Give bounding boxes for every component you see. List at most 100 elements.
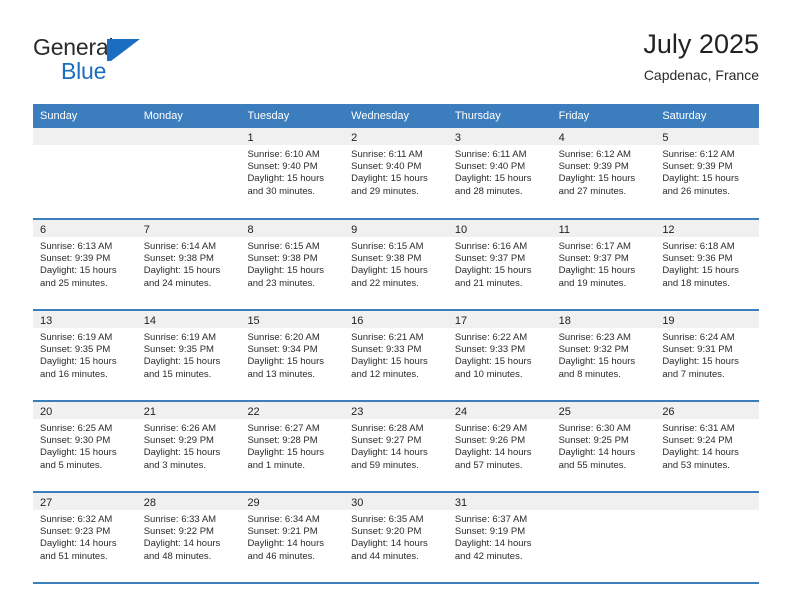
day-cell[interactable]: 21 Sunrise: 6:26 AM Sunset: 9:29 PM Dayligh… (136, 402, 241, 491)
day-number-band: 15 (240, 311, 345, 328)
day-cell[interactable]: 13 Sunrise: 6:19 AM Sunset: 9:35 PM Dayligh… (33, 311, 137, 400)
brand-logo[interactable]: General Blue (33, 34, 263, 84)
day-details: Sunrise: 6:37 AM Sunset: 9:19 PM Daylight:… (448, 510, 552, 563)
day-cell[interactable]: 18 Sunrise: 6:23 AM Sunset: 9:32 PM Dayligh… (551, 311, 656, 400)
sunrise-text: Sunrise: 6:15 AM (351, 241, 424, 252)
day-cell[interactable]: 5 Sunrise: 6:12 AM Sunset: 9:39 PM Daylight… (655, 128, 760, 218)
day-details: Sunrise: 6:22 AM Sunset: 9:33 PM Daylight:… (448, 328, 552, 381)
day-number: 6 (40, 224, 47, 236)
day-number-band: 9 (344, 220, 448, 237)
day-cell[interactable]: 6 Sunrise: 6:13 AM Sunset: 9:39 PM Daylight… (33, 220, 137, 309)
day-number-band: 18 (551, 311, 656, 328)
day-cell[interactable]: 2 Sunrise: 6:11 AM Sunset: 9:40 PM Daylight… (344, 128, 448, 218)
sunset-text: Sunset: 9:33 PM (351, 344, 422, 356)
daylight-text: Daylight: 15 hours and 28 minutes. (454, 173, 532, 197)
daylight-text: Daylight: 15 hours and 24 minutes. (143, 265, 221, 289)
daylight-text: Daylight: 15 hours and 5 minutes. (40, 447, 117, 471)
day-cell[interactable]: 24 Sunrise: 6:29 AM Sunset: 9:26 PM Dayligh… (447, 402, 552, 491)
day-cell[interactable]: 25 Sunrise: 6:30 AM Sunset: 9:25 PM Dayligh… (551, 402, 656, 491)
sunset-text: Sunset: 9:31 PM (662, 344, 733, 356)
day-number: 15 (247, 315, 260, 327)
daylight-text: Daylight: 14 hours and 46 minutes. (247, 538, 325, 562)
day-cell[interactable]: 31 Sunrise: 6:37 AM Sunset: 9:19 PM Dayligh… (447, 493, 552, 582)
day-number: 13 (40, 315, 53, 327)
day-cell[interactable]: 17 Sunrise: 6:22 AM Sunset: 9:33 PM Dayligh… (447, 311, 552, 400)
day-number: 12 (662, 224, 675, 236)
day-details: Sunrise: 6:12 AM Sunset: 9:39 PM Daylight:… (655, 145, 759, 198)
day-cell[interactable]: 16 Sunrise: 6:21 AM Sunset: 9:33 PM Dayligh… (344, 311, 448, 400)
daylight-text: Daylight: 15 hours and 27 minutes. (558, 173, 636, 197)
day-cell[interactable]: 3 Sunrise: 6:11 AM Sunset: 9:40 PM Daylight… (447, 128, 552, 218)
day-cell[interactable]: 9 Sunrise: 6:15 AM Sunset: 9:38 PM Daylight… (344, 220, 448, 309)
day-cell[interactable]: 19 Sunrise: 6:24 AM Sunset: 9:31 PM Dayligh… (655, 311, 760, 400)
sunrise-text: Sunrise: 6:22 AM (454, 332, 528, 343)
day-number: 4 (558, 132, 565, 144)
day-number-band: 26 (655, 402, 760, 419)
day-number-band: 11 (551, 220, 656, 237)
day-number: 17 (454, 315, 468, 327)
day-cell[interactable]: 11 Sunrise: 6:17 AM Sunset: 9:37 PM Dayligh… (551, 220, 656, 309)
day-details: Sunrise: 6:32 AM Sunset: 9:23 PM Daylight:… (33, 510, 137, 563)
daylight-text: Daylight: 14 hours and 44 minutes. (351, 538, 428, 562)
day-number-band: 20 (33, 402, 137, 419)
day-cell[interactable]: 12 Sunrise: 6:18 AM Sunset: 9:36 PM Dayligh… (655, 220, 760, 309)
weekday-header-row: Sunday Monday Tuesday Wednesday Thursday… (33, 104, 759, 128)
day-cell[interactable]: 20 Sunrise: 6:25 AM Sunset: 9:30 PM Dayligh… (33, 402, 137, 491)
daylight-text: Daylight: 15 hours and 23 minutes. (247, 265, 325, 289)
day-cell[interactable]: 29 Sunrise: 6:34 AM Sunset: 9:21 PM Dayligh… (240, 493, 345, 582)
day-cell-empty (136, 128, 241, 218)
daylight-text: Daylight: 14 hours and 55 minutes. (558, 447, 636, 471)
day-details: Sunrise: 6:15 AM Sunset: 9:38 PM Daylight:… (344, 237, 448, 290)
weekday-saturday: Saturday (662, 110, 707, 122)
day-cell[interactable]: 8 Sunrise: 6:15 AM Sunset: 9:38 PM Daylight… (240, 220, 345, 309)
day-number-band: 27 (33, 493, 137, 510)
day-cell[interactable]: 26 Sunrise: 6:31 AM Sunset: 9:24 PM Dayligh… (655, 402, 760, 491)
weekday-sunday: Sunday (40, 110, 78, 122)
sunrise-text: Sunrise: 6:37 AM (454, 514, 528, 525)
day-cell[interactable]: 30 Sunrise: 6:35 AM Sunset: 9:20 PM Dayligh… (344, 493, 448, 582)
day-number: 23 (351, 406, 364, 418)
brand-name-general: General (33, 34, 114, 60)
daylight-text: Daylight: 15 hours and 7 minutes. (662, 356, 739, 380)
day-cell[interactable]: 14 Sunrise: 6:19 AM Sunset: 9:35 PM Dayligh… (136, 311, 241, 400)
day-cell[interactable]: 10 Sunrise: 6:16 AM Sunset: 9:37 PM Dayligh… (447, 220, 552, 309)
day-number-band: 8 (240, 220, 345, 237)
day-cell[interactable]: 22 Sunrise: 6:27 AM Sunset: 9:28 PM Dayligh… (240, 402, 345, 491)
day-details: Sunrise: 6:29 AM Sunset: 9:26 PM Daylight:… (448, 419, 552, 472)
day-cell[interactable]: 4 Sunrise: 6:12 AM Sunset: 9:39 PM Daylight… (551, 128, 656, 218)
day-cell[interactable]: 15 Sunrise: 6:20 AM Sunset: 9:34 PM Dayligh… (240, 311, 345, 400)
sunset-text: Sunset: 9:39 PM (558, 161, 629, 173)
day-cell[interactable]: 7 Sunrise: 6:14 AM Sunset: 9:38 PM Daylight… (136, 220, 241, 309)
day-cell[interactable]: 1 Sunrise: 6:10 AM Sunset: 9:40 PM Daylight… (240, 128, 345, 218)
daylight-text: Daylight: 15 hours and 13 minutes. (247, 356, 325, 380)
day-cell[interactable]: 23 Sunrise: 6:28 AM Sunset: 9:27 PM Dayligh… (344, 402, 448, 491)
day-cell[interactable]: 28 Sunrise: 6:33 AM Sunset: 9:22 PM Dayligh… (136, 493, 241, 582)
daylight-text: Daylight: 14 hours and 59 minutes. (351, 447, 428, 471)
daylight-text: Daylight: 15 hours and 19 minutes. (558, 265, 636, 289)
day-number: 3 (454, 132, 461, 144)
daylight-text: Daylight: 15 hours and 29 minutes. (351, 173, 428, 197)
sunset-text: Sunset: 9:40 PM (247, 161, 318, 173)
sunset-text: Sunset: 9:36 PM (662, 253, 733, 265)
sunset-text: Sunset: 9:39 PM (40, 253, 111, 265)
weekday-wednesday: Wednesday (351, 110, 410, 122)
sunset-text: Sunset: 9:35 PM (143, 344, 214, 356)
calendar-page: General Blue July 2025 Capdenac, France … (0, 0, 792, 612)
day-number: 9 (351, 224, 358, 236)
day-number: 28 (143, 497, 156, 509)
weekday-friday: Friday (558, 110, 590, 122)
day-number-band: 28 (136, 493, 241, 510)
sunset-text: Sunset: 9:38 PM (247, 253, 318, 265)
sunrise-text: Sunrise: 6:14 AM (143, 241, 217, 252)
day-details: Sunrise: 6:18 AM Sunset: 9:36 PM Daylight:… (655, 237, 759, 290)
day-details: Sunrise: 6:15 AM Sunset: 9:38 PM Daylight:… (240, 237, 344, 290)
week-row: 20 Sunrise: 6:25 AM Sunset: 9:30 PM Dayligh… (33, 402, 760, 493)
day-number-band: 25 (551, 402, 656, 419)
day-cell[interactable]: 27 Sunrise: 6:32 AM Sunset: 9:23 PM Dayligh… (33, 493, 137, 582)
sunrise-text: Sunrise: 6:26 AM (143, 423, 217, 434)
day-number: 11 (558, 224, 571, 236)
page-header: General Blue July 2025 Capdenac, France (33, 28, 759, 98)
sunset-text: Sunset: 9:23 PM (40, 526, 111, 538)
daylight-text: Daylight: 14 hours and 42 minutes. (454, 538, 532, 562)
daylight-text: Daylight: 14 hours and 57 minutes. (454, 447, 532, 471)
